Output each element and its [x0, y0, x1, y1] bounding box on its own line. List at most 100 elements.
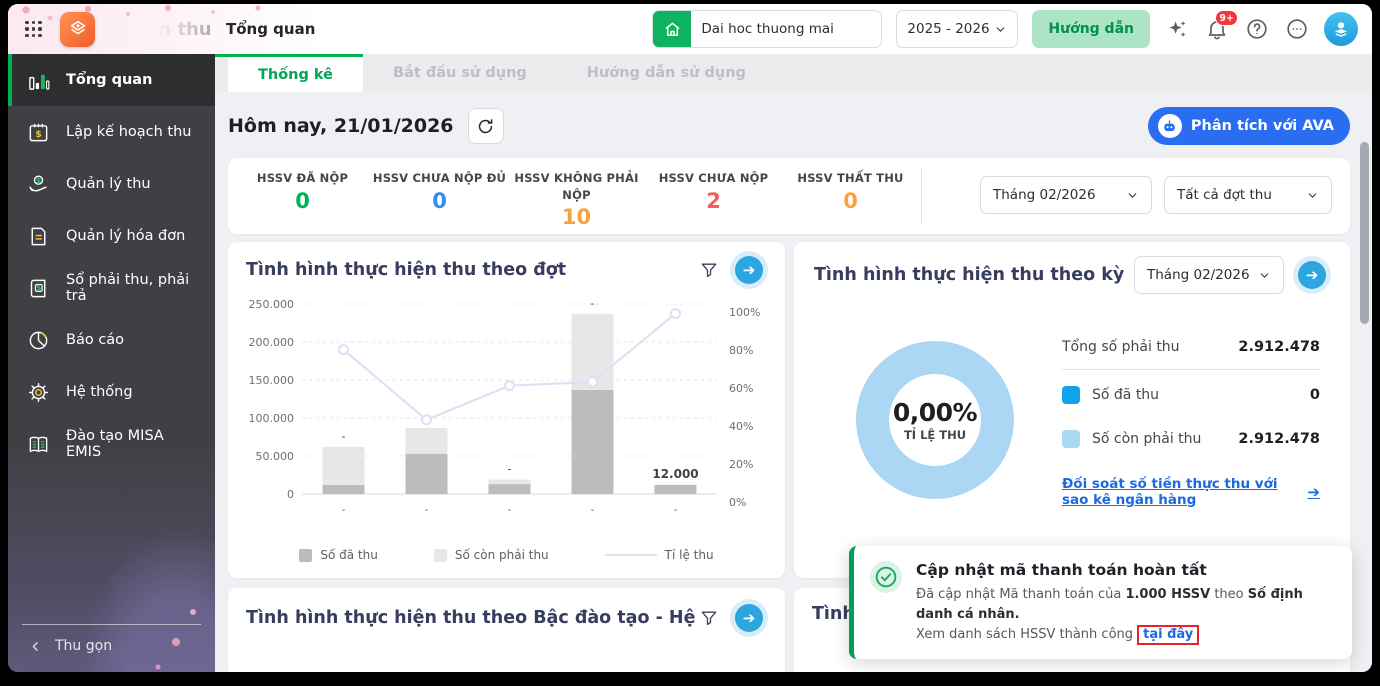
filter-funnel-icon[interactable]: [697, 258, 721, 282]
sidebar-item-dao-tao-misa-emis[interactable]: Đào tạo MISA EMIS: [8, 418, 215, 470]
remaining-row: Số còn phải thu 2.912.478: [1062, 424, 1320, 454]
ava-robot-icon: [1158, 114, 1182, 138]
chevron-down-icon: [1306, 189, 1319, 202]
analyze-with-ava-button[interactable]: Phân tích với AVA: [1148, 107, 1350, 145]
svg-text:60%: 60%: [729, 382, 753, 395]
legend-swatch: [299, 549, 312, 562]
avatar-icon[interactable]: [1324, 12, 1358, 46]
app-window: Khoản thu Tổng quan Dai hoc thuong mai 2…: [8, 4, 1372, 672]
collected-row: Số đã thu 0: [1062, 380, 1320, 410]
sidebar-item-label: Tổng quan: [66, 72, 152, 88]
go-to-detail-button[interactable]: ➔: [735, 256, 763, 284]
period-filter-select[interactable]: Tháng 02/2026: [1134, 256, 1284, 294]
school-name: Dai hoc thuong mai: [691, 21, 844, 37]
hand-money-icon: $: [26, 172, 50, 196]
header-nav-tong-quan[interactable]: Tổng quan: [226, 4, 315, 54]
school-icon: [653, 10, 691, 48]
toast-body: Đã cập nhật Mã thanh toán của 1.000 HSSV…: [916, 585, 1334, 645]
svg-text:-: -: [591, 503, 595, 516]
school-year-select[interactable]: 2025 - 2026: [896, 10, 1018, 48]
svg-text:-: -: [425, 503, 429, 516]
svg-text:-: -: [342, 430, 346, 443]
school-selector[interactable]: Dai hoc thuong mai: [652, 10, 882, 48]
batch-filter-select[interactable]: Tất cả đợt thu: [1164, 176, 1332, 214]
bell-icon[interactable]: 9+: [1204, 16, 1230, 42]
stats-summary-card: HSSV ĐÃ NỘP 0 HSSV CHƯA NỘP ĐỦ 0 HSSV KH…: [228, 158, 1350, 234]
chart-title: Tình hình thực hiện thu theo kỳ: [814, 265, 1124, 285]
svg-text:20%: 20%: [729, 458, 753, 471]
open-book-icon: [26, 432, 50, 456]
donut-caption: TỈ LỆ THU: [904, 428, 966, 442]
sidebar-item-he-thong[interactable]: Hệ thống: [8, 366, 215, 418]
arrow-right-icon: ➔: [1306, 268, 1319, 283]
svg-text:-: -: [508, 503, 512, 516]
main-area: Thống kê Bắt đầu sử dụng Hướng dẫn sử dụ…: [215, 54, 1372, 672]
sparkles-icon[interactable]: [1164, 16, 1190, 42]
tab-huong-dan-su-dung[interactable]: Hướng dẫn sử dụng: [557, 54, 776, 92]
svg-text:0: 0: [287, 488, 294, 501]
divider: [921, 168, 922, 224]
chart-legend: Số đã thu Số còn phải thu Tỉ lệ thu: [246, 548, 767, 562]
svg-text:12.000: 12.000: [652, 467, 698, 481]
guide-button[interactable]: Hướng dẫn: [1032, 10, 1150, 48]
today-label: Hôm nay, 21/01/2026: [228, 115, 454, 137]
arrow-right-icon: ➔: [743, 263, 756, 278]
bank-reconcile-link[interactable]: Đối soát số tiền thực thu với sao kê ngâ…: [1062, 476, 1320, 508]
toast-notification[interactable]: Cập nhật mã thanh toán hoàn tất Đã cập n…: [849, 546, 1352, 659]
chart-card-bac-dao-tao: Tình hình thực hiện thu theo Bậc đào tạo…: [228, 588, 785, 672]
tab-bat-dau-su-dung[interactable]: Bắt đầu sử dụng: [363, 54, 557, 92]
svg-text:200.000: 200.000: [249, 336, 295, 349]
legend-line-swatch: [605, 554, 657, 556]
month-filter-select[interactable]: Tháng 02/2026: [980, 176, 1152, 214]
sidebar-item-label: Báo cáo: [66, 332, 124, 348]
app-grid-icon[interactable]: [25, 21, 42, 38]
sidebar-item-label: Quản lý thu: [66, 176, 151, 192]
svg-text:80%: 80%: [729, 344, 753, 357]
sidebar-item-label: Quản lý hóa đơn: [66, 228, 185, 244]
top-header: Khoản thu Tổng quan Dai hoc thuong mai 2…: [8, 4, 1372, 54]
more-icon[interactable]: [1284, 16, 1310, 42]
chevron-down-icon: [1126, 189, 1139, 202]
sidebar-item-label: Đào tạo MISA EMIS: [66, 428, 197, 460]
bar-chart-icon: [26, 68, 50, 92]
sidebar-item-tong-quan[interactable]: Tổng quan: [8, 54, 215, 106]
gear-icon: [26, 380, 50, 404]
tab-thong-ke[interactable]: Thống kê: [228, 54, 363, 92]
collapse-label: Thu gọn: [55, 638, 112, 654]
chevron-down-icon: [994, 23, 1007, 36]
svg-text:40%: 40%: [729, 420, 753, 433]
sidebar-item-label: Hệ thống: [66, 384, 133, 400]
svg-text:150.000: 150.000: [249, 374, 295, 387]
help-icon[interactable]: [1244, 16, 1270, 42]
donut-percentage: 0,00%: [893, 398, 977, 427]
svg-text:50.000: 50.000: [256, 450, 295, 463]
sidebar-item-quan-ly-hoa-don[interactable]: Quản lý hóa đơn: [8, 210, 215, 262]
tab-bar: Thống kê Bắt đầu sử dụng Hướng dẫn sử dụ…: [215, 54, 1372, 92]
sidebar-item-lap-ke-hoach-thu[interactable]: $ Lập kế hoạch thu: [8, 106, 215, 158]
sidebar: Tổng quan $ Lập kế hoạch thu $ Quản lý t…: [8, 54, 215, 672]
sidebar-item-label: Sổ phải thu, phải trả: [66, 272, 197, 304]
check-circle-icon: [870, 561, 902, 593]
svg-text:$: $: [35, 130, 41, 140]
sidebar-collapse-button[interactable]: Thu gọn: [8, 624, 215, 672]
sidebar-item-quan-ly-thu[interactable]: $ Quản lý thu: [8, 158, 215, 210]
refresh-button[interactable]: [468, 108, 504, 144]
svg-text:250.000: 250.000: [249, 298, 295, 311]
filter-funnel-icon[interactable]: [697, 606, 721, 630]
sidebar-item-so-phai-thu-phai-tra[interactable]: $ Sổ phải thu, phải trả: [8, 262, 215, 314]
chart-title: Tình hình thực hiện thu theo Bậc đào tạo…: [246, 608, 697, 628]
go-to-detail-button[interactable]: ➔: [735, 604, 763, 632]
app-title: Khoản thu: [107, 19, 212, 40]
svg-text:100%: 100%: [729, 306, 760, 319]
go-to-detail-button[interactable]: ➔: [1298, 261, 1326, 289]
vertical-scrollbar[interactable]: [1360, 142, 1369, 324]
app-logo-icon[interactable]: [60, 12, 95, 47]
refresh-icon: [476, 117, 495, 136]
chart-card-thu-theo-ky: Tình hình thực hiện thu theo kỳ Tháng 02…: [794, 242, 1350, 578]
calendar-dollar-icon: $: [26, 120, 50, 144]
toast-link-tai-day[interactable]: tại đây: [1137, 625, 1199, 645]
chevron-down-icon: [1258, 269, 1271, 282]
svg-text:-: -: [342, 503, 346, 516]
sidebar-item-bao-cao[interactable]: Báo cáo: [8, 314, 215, 366]
invoice-icon: [26, 224, 50, 248]
